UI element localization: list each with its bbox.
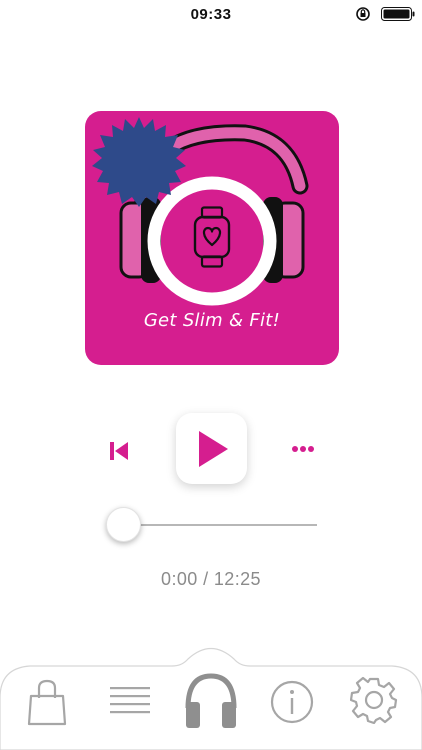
battery-icon <box>381 7 415 21</box>
smartwatch-heart-icon <box>193 206 231 268</box>
info-icon[interactable] <box>270 680 314 724</box>
headphones-icon[interactable] <box>183 672 239 730</box>
orientation-lock-icon <box>356 7 370 21</box>
play-icon <box>199 431 228 467</box>
previous-track-button[interactable] <box>106 438 132 464</box>
more-options-button[interactable] <box>290 441 316 457</box>
tab-bar <box>0 646 422 750</box>
play-button[interactable] <box>176 413 247 484</box>
progress-track[interactable] <box>124 524 317 526</box>
album-caption: Get Slim & Fit! <box>143 310 281 331</box>
playback-time: 0:00 / 12:25 <box>161 569 261 589</box>
gear-icon[interactable] <box>350 676 398 724</box>
shop-bag-icon[interactable] <box>27 678 67 726</box>
progress-slider-thumb[interactable] <box>106 507 141 542</box>
list-icon[interactable] <box>110 686 150 716</box>
album-art: Get Slim & Fit! <box>85 111 339 365</box>
starburst-badge-icon <box>92 117 186 207</box>
status-bar: 09:33 <box>0 0 422 28</box>
